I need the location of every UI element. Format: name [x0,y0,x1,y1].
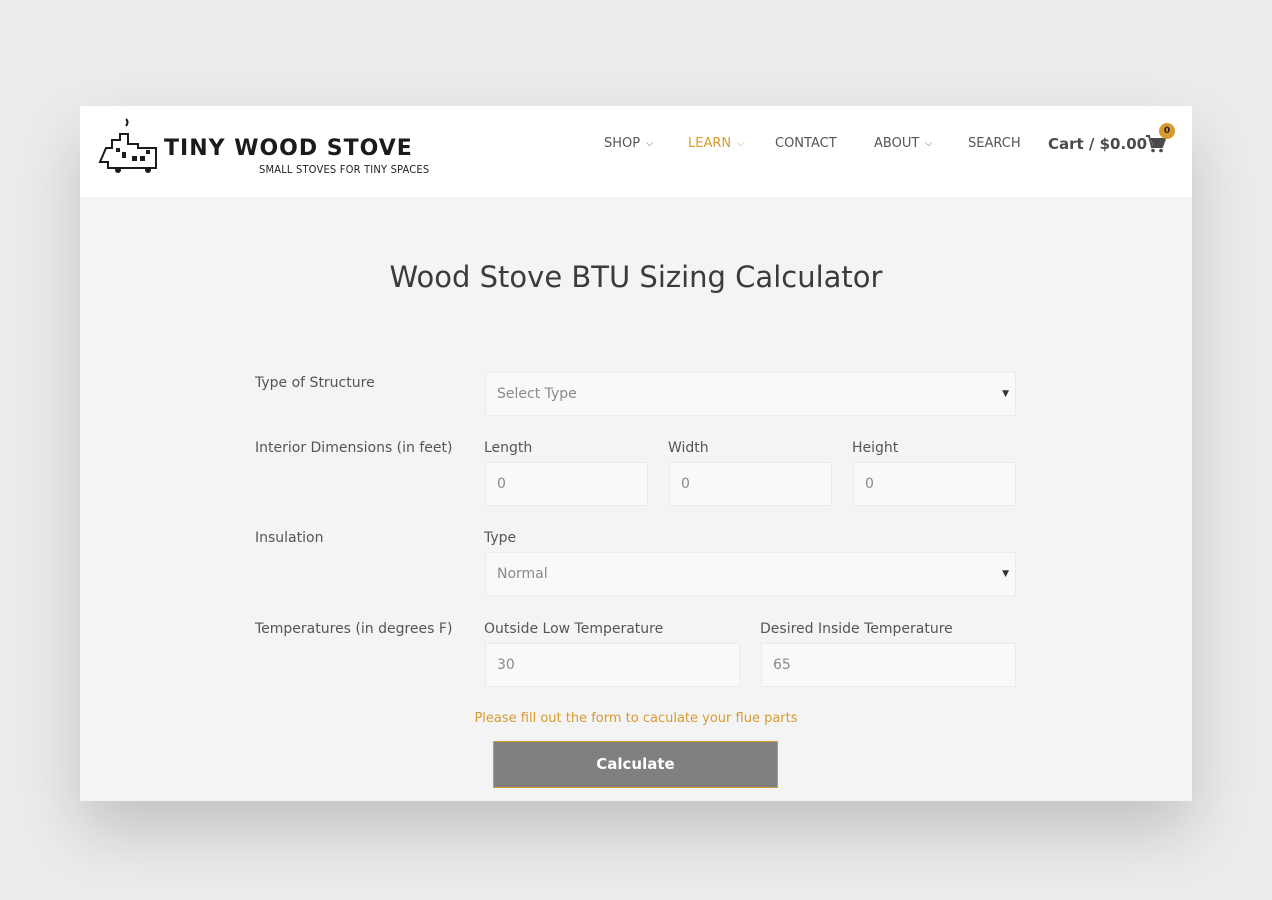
nav-contact[interactable]: CONTACT [775,136,837,151]
nav-search-label: SEARCH [968,136,1021,151]
site-header: TINY WOOD STOVE SMALL STOVES FOR TINY SP… [80,106,1192,197]
width-input[interactable]: 0 [669,462,832,506]
select-arrow-icon: ▼ [1002,569,1009,579]
chevron-down-icon: ⌵ [737,139,744,149]
page-title: Wood Stove BTU Sizing Calculator [389,260,883,294]
dimensions-row-label: Interior Dimensions (in feet) [255,440,453,456]
nav-learn[interactable]: LEARN ⌵ [688,136,744,151]
length-input[interactable]: 0 [485,462,648,506]
chevron-down-icon: ⌵ [925,139,933,149]
inside-temp-label: Desired Inside Temperature [760,621,953,637]
height-input[interactable]: 0 [853,462,1016,506]
insulation-type-label: Type [484,530,517,546]
length-label: Length [484,440,533,456]
nav-about-label: ABOUT [874,136,920,151]
inside-temp-input[interactable]: 65 [761,643,1016,687]
nav-about[interactable]: ABOUT ⌵ [874,136,932,151]
structure-type-value: Select Type [497,386,577,402]
form-status-message: Please fill out the form to caculate you… [474,711,798,726]
nav-shop[interactable]: SHOP ⌵ [604,136,653,151]
structure-type-select[interactable]: Select Type ▼ [485,372,1016,416]
width-label: Width [668,440,709,456]
browser-frame: TINY WOOD STOVE SMALL STOVES FOR TINY SP… [80,106,1192,801]
logo-title: TINY WOOD STOVE [164,136,413,161]
insulation-type-value: Normal [497,566,548,582]
calculate-button[interactable]: Calculate [493,741,778,788]
structure-row-label: Type of Structure [255,375,375,391]
nav-learn-label: LEARN [688,136,732,151]
select-arrow-icon: ▼ [1002,389,1009,399]
nav-shop-label: SHOP [604,136,641,151]
chevron-down-icon: ⌵ [646,139,653,149]
logo-tagline: SMALL STOVES FOR TINY SPACES [259,163,430,176]
cart-link[interactable]: Cart / $0.00 [1048,135,1147,153]
nav-search[interactable]: SEARCH [968,136,1021,151]
outside-temp-label: Outside Low Temperature [484,621,664,637]
cart-count-badge: 0 [1159,123,1175,139]
site-logo[interactable]: TINY WOOD STOVE SMALL STOVES FOR TINY SP… [98,118,438,178]
height-label: Height [852,440,899,456]
temperatures-row-label: Temperatures (in degrees F) [255,621,453,637]
insulation-type-select[interactable]: Normal ▼ [485,552,1016,596]
insulation-row-label: Insulation [255,530,324,546]
house-logo-icon [98,118,157,173]
nav-contact-label: CONTACT [775,136,837,151]
outside-temp-input[interactable]: 30 [485,643,740,687]
